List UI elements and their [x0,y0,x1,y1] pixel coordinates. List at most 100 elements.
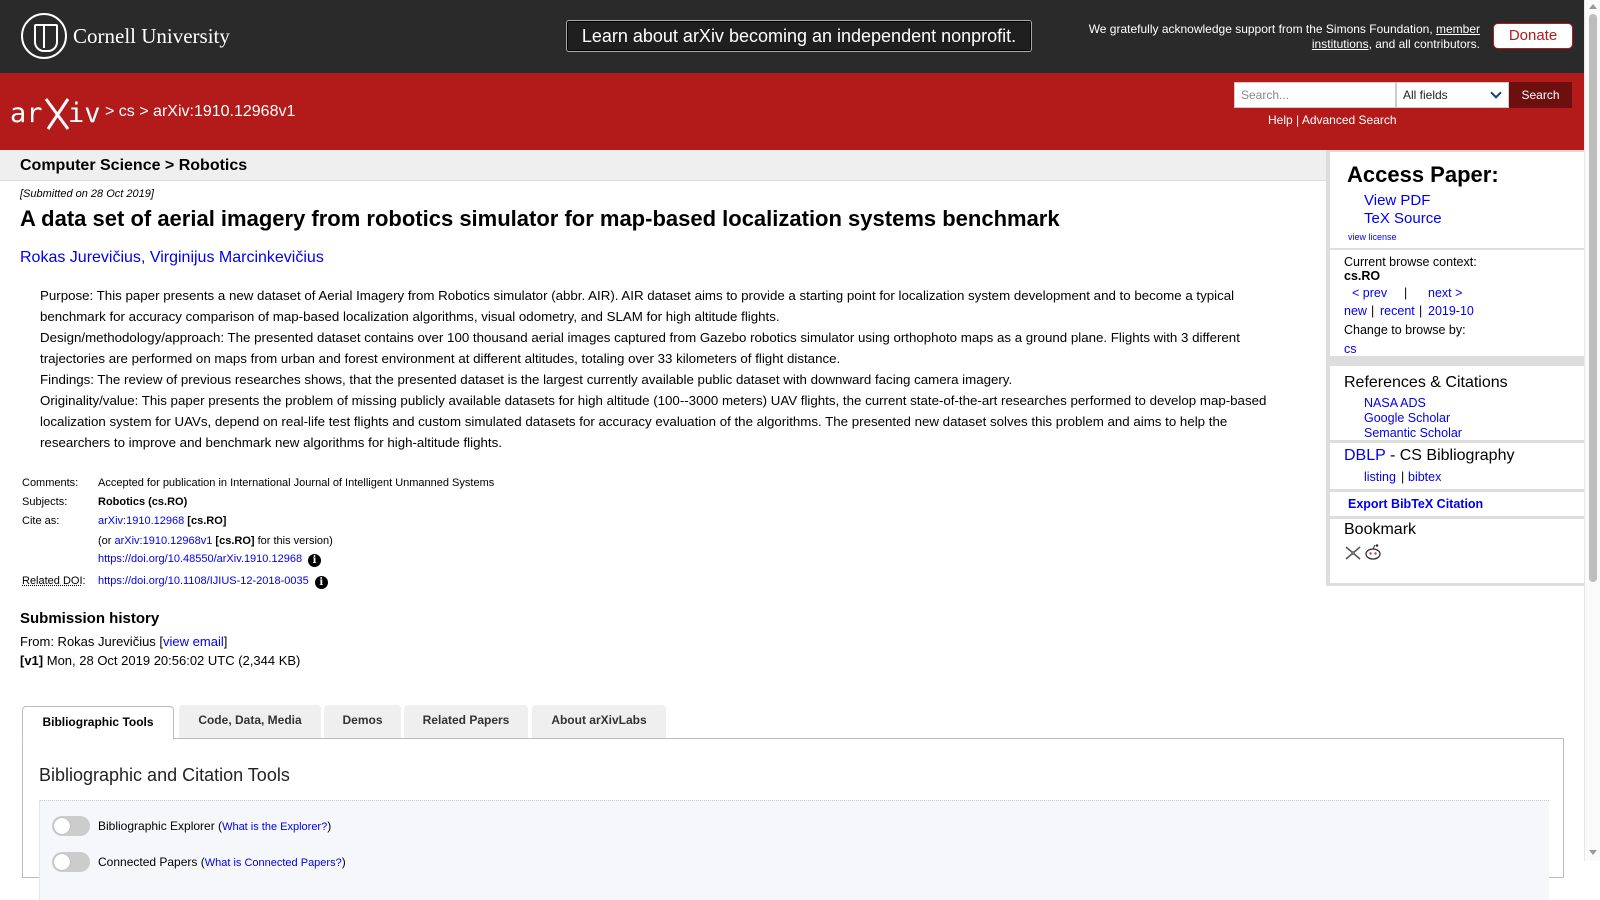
submission-date: [Submitted on 28 Oct 2019] [20,188,154,200]
acknowledgement: We gratefully acknowledge support from t… [1060,22,1480,52]
change-browse-label: Change to browse by: [1344,323,1466,337]
connected-papers-toggle[interactable] [52,852,90,872]
dblp-listing-link[interactable]: listing [1364,470,1396,484]
breadcrumb-sep: > [105,103,115,120]
version-cite-tag: [cs.RO] [212,535,255,547]
cite-label: Cite as: [22,515,60,527]
category-bar: Computer Science > Robotics [0,150,1326,181]
ack-prefix: We gratefully acknowledge support from t… [1088,22,1436,36]
author-link[interactable]: Virginijus Marcinkevičius [150,249,324,266]
search-field-select[interactable]: All fields [1396,82,1509,108]
tab-demos[interactable]: Demos [324,705,401,738]
nasa-ads-link[interactable]: NASA ADS [1364,396,1426,410]
related-doi-link[interactable]: https://doi.org/10.1108/IJIUS-12-2018-00… [98,575,309,587]
dblp-title: DBLP - CS Bibliography [1344,447,1514,465]
authors: Rokas Jurevičius, Virginijus Marcinkevič… [20,249,324,267]
cite-tag: [cs.RO] [184,515,227,527]
related-doi-abbr: Related DOI [22,575,83,587]
view-license-link[interactable]: view license [1348,232,1397,242]
bookmark-title: Bookmark [1344,521,1417,538]
related-doi-colon: : [82,575,86,587]
references-box: References & Citations NASA ADS Google S… [1330,366,1584,440]
bibliographic-explorer-label: Bibliographic Explorer (What is the Expl… [98,819,331,833]
breadcrumb: > cs > arXiv:1910.12968v1 [105,103,295,121]
access-paper-title: Access Paper: [1347,162,1499,187]
tab-code-data-media[interactable]: Code, Data, Media [179,705,321,738]
toggle-label-text: Bibliographic Explorer ( [98,819,223,833]
cite-arxiv-link[interactable]: arXiv:1910.12968 [98,515,184,527]
version-cite-prefix: (or [98,535,115,547]
doi-value: https://doi.org/10.48550/arXiv.1910.1296… [98,553,322,567]
view-email-link[interactable]: view email [163,634,224,649]
breadcrumb-paper-id: arXiv:1910.12968v1 [153,103,296,120]
tab-bibliographic-tools[interactable]: Bibliographic Tools [22,706,174,740]
abstract-paragraph: Findings: The review of previous researc… [40,372,1013,387]
nav-sep: | [1419,304,1423,318]
reddit-icon[interactable] [1364,543,1382,561]
abstract: Purpose: This paper presents a new datas… [40,285,1280,453]
dblp-bibtex-link[interactable]: bibtex [1408,470,1441,484]
bibsonomy-icon[interactable] [1344,545,1362,561]
connected-papers-label: Connected Papers (What is Connected Pape… [98,855,346,869]
view-pdf-link[interactable]: View PDF [1364,192,1430,209]
donate-button[interactable]: Donate [1493,23,1573,49]
doi-link[interactable]: https://doi.org/10.48550/arXiv.1910.1296… [98,553,302,565]
next-link[interactable]: next > [1428,286,1462,300]
search-input[interactable] [1234,82,1396,108]
month-link[interactable]: 2019-10 [1428,304,1474,318]
export-box: Export BibTeX Citation [1330,492,1584,516]
bibliographic-explorer-toggle[interactable] [52,816,90,836]
svg-text:ar: ar [10,98,43,129]
info-icon[interactable]: i [308,554,322,567]
abstract-paragraph: Originality/value: This paper presents t… [40,393,1267,450]
version-details: Mon, 28 Oct 2019 20:56:02 UTC (2,344 KB) [43,653,301,668]
scroll-down-icon[interactable] [1589,850,1597,855]
scroll-thumb[interactable] [1589,14,1597,582]
prev-link[interactable]: < prev [1352,286,1387,300]
arxiv-header: ar iv > cs > arXiv:1910.12968v1 All fiel… [0,73,1584,150]
bibliographic-tools-panel: Bibliographic and Citation Tools Bibliog… [22,738,1564,900]
dblp-link[interactable]: DBLP [1344,447,1386,464]
recent-link[interactable]: recent [1380,304,1415,318]
nav-sep: | [1371,304,1375,318]
semantic-scholar-link[interactable]: Semantic Scholar [1364,426,1462,440]
related-doi-value: https://doi.org/10.1108/IJIUS-12-2018-00… [98,575,328,589]
comments-value: Accepted for publication in Internationa… [98,477,495,489]
subjects-value: Robotics (cs.RO) [98,496,188,508]
what-is-explorer-link[interactable]: What is the Explorer? [222,821,327,833]
google-scholar-link[interactable]: Google Scholar [1364,411,1450,425]
dblp-box: DBLP - CS Bibliography listing | bibtex [1330,443,1584,489]
page-scrollbar[interactable] [1584,0,1600,861]
arxiv-logo-icon[interactable]: ar iv [10,93,102,133]
bookmark-box: Bookmark [1330,519,1584,583]
cornell-logo[interactable]: Cornell University [21,13,230,59]
toggle-label-end: ) [341,855,346,869]
tab-about-arxivlabs[interactable]: About arXivLabs [532,705,666,738]
cornell-topbar: Cornell University Learn about arXiv bec… [0,0,1584,73]
breadcrumb-cs-link[interactable]: cs [119,103,135,120]
new-link[interactable]: new [1344,304,1367,318]
tab-related-papers[interactable]: Related Papers [404,705,528,738]
nav-sep: | [1404,286,1408,300]
references-title: References & Citations [1344,374,1508,391]
nonprofit-notice-link[interactable]: Learn about arXiv becoming an independen… [566,20,1032,52]
submission-history-title: Submission history [20,610,160,627]
help-link[interactable]: Help [1268,113,1293,127]
scroll-up-icon[interactable] [1589,4,1597,9]
version-arxiv-link[interactable]: arXiv:1910.12968v1 [115,535,213,547]
export-bibtex-link[interactable]: Export BibTeX Citation [1348,497,1483,511]
version-cite-value: (or arXiv:1910.12968v1 [cs.RO] for this … [98,535,333,547]
toggle-label-end: ) [327,819,332,833]
browse-cs-link[interactable]: cs [1344,342,1357,356]
abstract-paragraph: Design/methodology/approach: The present… [40,330,1240,366]
cornell-name: Cornell University [73,23,230,48]
sidebar: Access Paper: View PDF TeX Source view l… [1326,150,1586,586]
search-button[interactable]: Search [1509,82,1572,108]
what-is-connected-papers-link[interactable]: What is Connected Papers? [205,857,342,869]
version-cite-suffix: for this version) [254,535,333,547]
advanced-search-link[interactable]: Advanced Search [1302,113,1397,127]
author-link[interactable]: Rokas Jurevičius [20,249,141,266]
tex-source-link[interactable]: TeX Source [1364,210,1442,227]
info-icon[interactable]: i [314,576,328,589]
browse-context-box: Current browse context: cs.RO < prev | n… [1330,250,1584,356]
